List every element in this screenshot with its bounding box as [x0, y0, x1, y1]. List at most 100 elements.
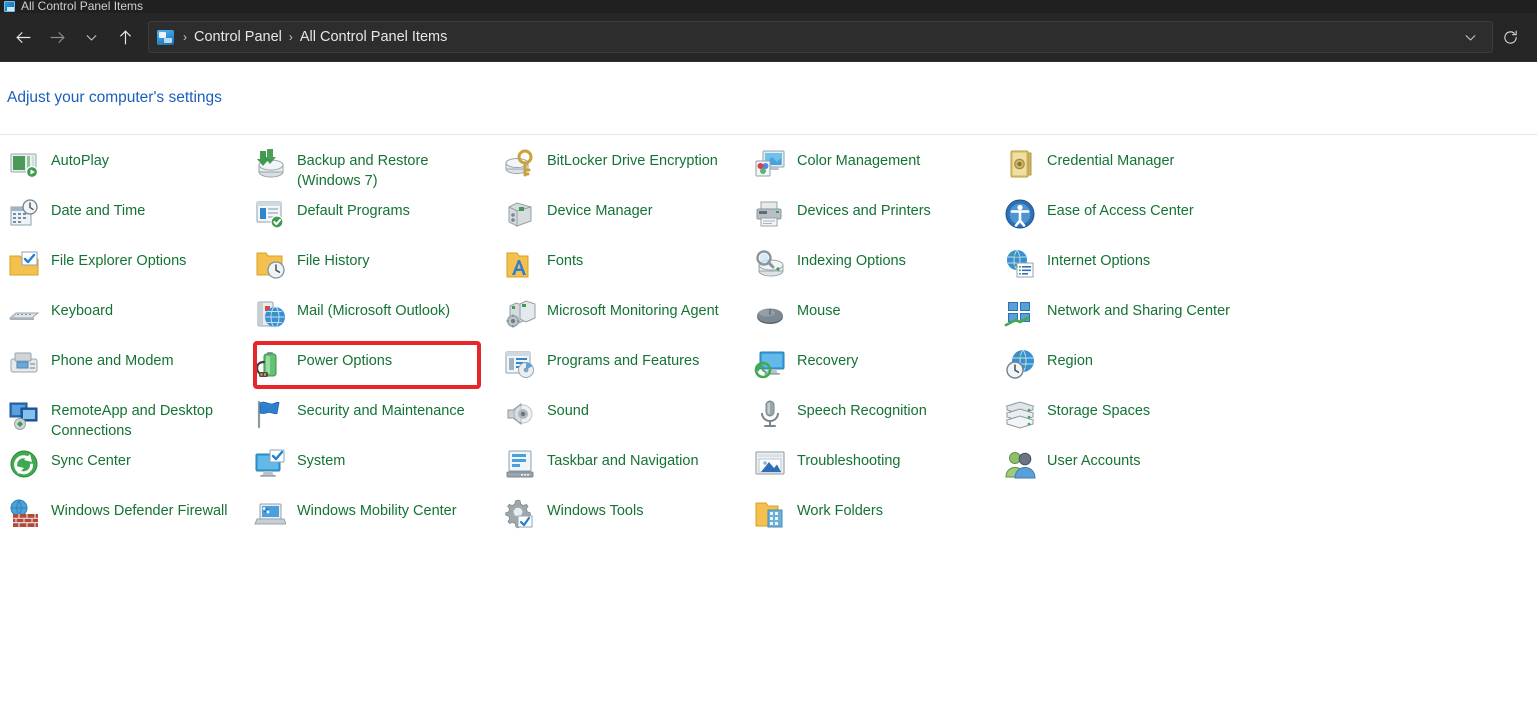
control-panel-item-region[interactable]: Region	[1004, 344, 1248, 388]
control-panel-item-label: Region	[1047, 353, 1093, 369]
control-panel-items-area: AutoPlay Date and Time File Explorer Optio…	[0, 135, 1537, 719]
control-panel-item-windows-tools[interactable]: Windows Tools	[504, 494, 748, 538]
control-panel-item-label: System	[297, 453, 346, 469]
control-panel-item-backup-and-restore-windows-7[interactable]: Backup and Restore (Windows 7)	[254, 144, 498, 189]
control-panel-item-devices-and-printers[interactable]: Devices and Printers	[754, 194, 998, 238]
control-panel-icon	[157, 29, 174, 45]
control-panel-item-windows-mobility-center[interactable]: Windows Mobility Center	[254, 494, 498, 538]
fonts-icon	[504, 248, 536, 280]
control-panel-item-phone-and-modem[interactable]: Phone and Modem	[8, 344, 252, 388]
page-heading-band: Adjust your computer's settings	[0, 62, 1537, 135]
recent-locations-chevron-down-icon[interactable]	[74, 20, 108, 54]
control-panel-item-label: BitLocker Drive Encryption	[547, 153, 718, 169]
control-panel-item-bitlocker-drive-encryption[interactable]: BitLocker Drive Encryption	[504, 144, 748, 188]
control-panel-item-taskbar-and-navigation[interactable]: Taskbar and Navigation	[504, 444, 748, 488]
programs-features-icon	[504, 348, 536, 380]
window-title: All Control Panel Items	[21, 0, 144, 13]
control-panel-item-network-and-sharing-center[interactable]: Network and Sharing Center	[1004, 294, 1248, 338]
address-bar[interactable]: › Control Panel › All Control Panel Item…	[148, 21, 1493, 53]
control-panel-item-programs-and-features[interactable]: Programs and Features	[504, 344, 748, 388]
control-panel-icon	[4, 1, 15, 12]
control-panel-item-sound[interactable]: Sound	[504, 394, 748, 438]
control-panel-item-ease-of-access-center[interactable]: Ease of Access Center	[1004, 194, 1248, 238]
control-panel-item-remoteapp-and-desktop-connections[interactable]: RemoteApp and Desktop Connections	[8, 394, 252, 439]
region-icon	[1004, 348, 1036, 380]
window-title-bar: All Control Panel Items	[0, 0, 1537, 13]
control-panel-item-security-and-maintenance[interactable]: Security and Maintenance	[254, 394, 498, 438]
control-panel-item-internet-options[interactable]: Internet Options	[1004, 244, 1248, 288]
navigation-toolbar: › Control Panel › All Control Panel Item…	[0, 13, 1537, 62]
back-arrow-icon[interactable]	[6, 20, 40, 54]
control-panel-item-label: Microsoft Monitoring Agent	[547, 303, 719, 319]
control-panel-item-system[interactable]: System	[254, 444, 498, 488]
control-panel-item-label: Device Manager	[547, 203, 653, 219]
control-panel-item-label: Default Programs	[297, 203, 410, 219]
control-panel-item-label: Windows Tools	[547, 503, 644, 519]
control-panel-item-work-folders[interactable]: Work Folders	[754, 494, 998, 538]
breadcrumb-item-all-control-panel-items[interactable]: All Control Panel Items	[300, 29, 447, 45]
sound-icon	[504, 398, 536, 430]
control-panel-item-label: Mouse	[797, 303, 841, 319]
mail-icon	[254, 298, 286, 330]
control-panel-item-label: RemoteApp and Desktop Connections	[51, 403, 214, 439]
control-panel-item-keyboard[interactable]: Keyboard	[8, 294, 252, 338]
bitlocker-icon	[504, 148, 536, 180]
control-panel-item-date-and-time[interactable]: Date and Time	[8, 194, 252, 238]
address-dropdown-chevron-down-icon[interactable]	[1456, 23, 1484, 51]
control-panel-item-label: Taskbar and Navigation	[547, 453, 699, 469]
control-panel-item-label: Sound	[547, 403, 589, 419]
page-title[interactable]: Adjust your computer's settings	[7, 89, 222, 107]
control-panel-item-label: Internet Options	[1047, 253, 1151, 269]
control-panel-item-label: Network and Sharing Center	[1047, 303, 1230, 319]
control-panel-item-autoplay[interactable]: AutoPlay	[8, 144, 252, 188]
file-history-icon	[254, 248, 286, 280]
control-panel-item-windows-defender-firewall[interactable]: Windows Defender Firewall	[8, 494, 252, 538]
keyboard-icon	[8, 298, 40, 330]
control-panel-item-color-management[interactable]: Color Management	[754, 144, 998, 188]
control-panel-item-label: Storage Spaces	[1047, 403, 1151, 419]
control-panel-item-file-explorer-options[interactable]: File Explorer Options	[8, 244, 252, 288]
backup-restore-icon	[254, 148, 286, 180]
color-management-icon	[754, 148, 786, 180]
control-panel-item-label: Fonts	[547, 253, 584, 269]
control-panel-item-label: Date and Time	[51, 203, 146, 219]
control-panel-item-label: Troubleshooting	[797, 453, 901, 469]
recovery-icon	[754, 348, 786, 380]
default-programs-icon	[254, 198, 286, 230]
control-panel-item-user-accounts[interactable]: User Accounts	[1004, 444, 1248, 488]
ease-of-access-icon	[1004, 198, 1036, 230]
control-panel-item-recovery[interactable]: Recovery	[754, 344, 998, 388]
refresh-icon[interactable]	[1493, 20, 1527, 54]
control-panel-item-label: File History	[297, 253, 370, 269]
control-panel-item-file-history[interactable]: File History	[254, 244, 498, 288]
up-arrow-icon[interactable]	[108, 20, 142, 54]
control-panel-item-microsoft-monitoring-agent[interactable]: Microsoft Monitoring Agent	[504, 294, 748, 338]
mouse-icon	[754, 298, 786, 330]
control-panel-item-label: Color Management	[797, 153, 921, 169]
breadcrumb-separator: ›	[183, 30, 187, 44]
window-tab[interactable]: All Control Panel Items	[4, 0, 143, 13]
breadcrumb-item-control-panel[interactable]: Control Panel	[194, 29, 282, 45]
control-panel-item-power-options[interactable]: Power Options	[254, 344, 498, 388]
control-panel-item-fonts[interactable]: Fonts	[504, 244, 748, 288]
remoteapp-icon	[8, 398, 40, 430]
control-panel-item-device-manager[interactable]: Device Manager	[504, 194, 748, 238]
forward-arrow-icon[interactable]	[40, 20, 74, 54]
credential-manager-icon	[1004, 148, 1036, 180]
device-manager-icon	[504, 198, 536, 230]
control-panel-item-label: Indexing Options	[797, 253, 906, 269]
troubleshooting-icon	[754, 448, 786, 480]
user-accounts-icon	[1004, 448, 1036, 480]
control-panel-item-label: Speech Recognition	[797, 403, 927, 419]
control-panel-item-speech-recognition[interactable]: Speech Recognition	[754, 394, 998, 438]
control-panel-item-troubleshooting[interactable]: Troubleshooting	[754, 444, 998, 488]
control-panel-item-mouse[interactable]: Mouse	[754, 294, 998, 338]
control-panel-item-mail-microsoft-outlook[interactable]: Mail (Microsoft Outlook)	[254, 294, 498, 338]
control-panel-item-sync-center[interactable]: Sync Center	[8, 444, 252, 488]
control-panel-item-storage-spaces[interactable]: Storage Spaces	[1004, 394, 1248, 438]
control-panel-item-indexing-options[interactable]: Indexing Options	[754, 244, 998, 288]
sync-center-icon	[8, 448, 40, 480]
control-panel-item-default-programs[interactable]: Default Programs	[254, 194, 498, 238]
control-panel-item-label: Backup and Restore (Windows 7)	[297, 153, 429, 189]
control-panel-item-credential-manager[interactable]: Credential Manager	[1004, 144, 1248, 188]
